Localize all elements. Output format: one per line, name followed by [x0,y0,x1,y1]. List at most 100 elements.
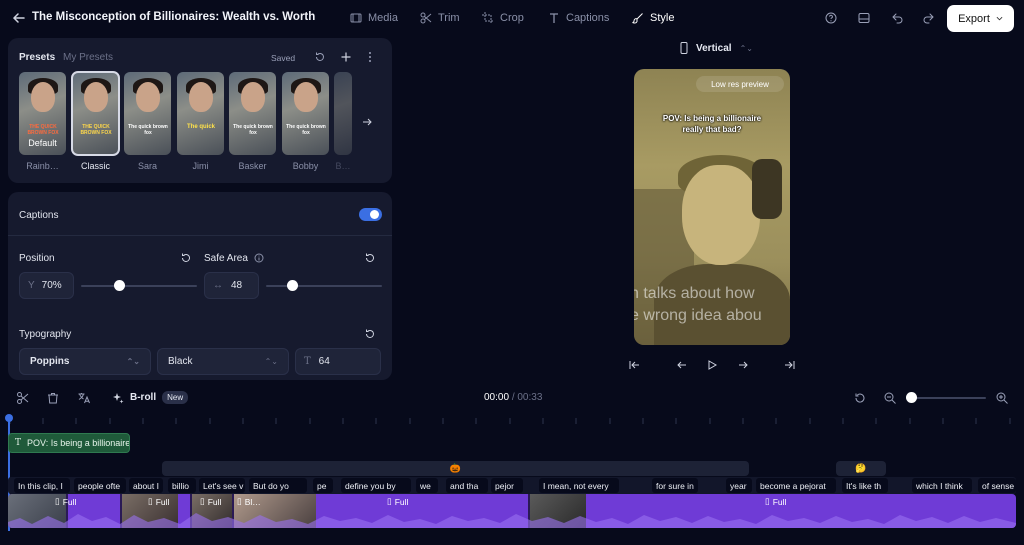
sfx-track-clip[interactable]: 🎃 [162,461,749,476]
preset-thumbnail[interactable]: The quick brown fox [124,72,171,155]
tab-trim[interactable]: Trim [420,10,460,26]
tab-captions[interactable]: Captions [548,10,609,26]
slider-knob[interactable] [906,392,917,403]
broll-button[interactable]: B-roll New [112,391,189,404]
video-clip-label: ▯ Full [765,496,787,507]
emoji-marker: 🎃 [449,463,462,473]
preset-thumbnail[interactable]: The quick brown fox [229,72,276,155]
caption-word-chip[interactable]: people ofte [74,478,126,493]
caption-word-chip[interactable]: about I [129,478,163,493]
font-size-field[interactable]: T 64 [295,348,381,375]
caption-word-chip[interactable]: pejor [491,478,523,493]
phone-icon: ▯ [55,496,60,506]
caption-word-chip[interactable]: pe [313,478,333,493]
preset-name: Rainb… [26,161,59,171]
tab-presets[interactable]: Presets [19,52,55,63]
caption-word-chip[interactable]: billio [168,478,196,493]
emoji-marker: 🤔 [855,463,867,473]
info-icon[interactable] [254,253,264,263]
preset-thumbnail[interactable]: The quick brown fox [282,72,329,155]
redo-icon[interactable] [920,10,936,26]
playhead-handle[interactable] [5,414,13,422]
top-bar: The Misconception of Billionaires: Wealt… [0,0,1024,36]
preset-thumbnail-selected[interactable]: THE QUICK BROWN FOX [71,71,120,156]
preset-name: Bobby [292,161,319,171]
tab-style[interactable]: Style [632,10,674,26]
zoom-in-icon[interactable] [995,391,1009,405]
caption-word-chip[interactable]: In this clip, I [14,478,70,493]
text-clip-label: POV: Is being a billionaire [27,438,130,448]
timecode: 00:00 / 00:33 [484,392,542,403]
tab-media[interactable]: Media [350,10,398,26]
font-select[interactable]: Poppins ⌃⌄ [19,348,151,375]
caption-word-chip[interactable]: I mean, not every [539,478,619,493]
weight-select[interactable]: Black ⌃⌄ [157,348,289,375]
translate-icon[interactable] [77,391,91,405]
caption-word-chip[interactable]: for sure in [652,478,698,493]
caption-word-chip[interactable]: year [726,478,752,493]
preset-thumbnail[interactable] [334,72,352,155]
slider-knob[interactable] [287,280,298,291]
export-button[interactable]: Export [947,5,1014,32]
tab-my-presets[interactable]: My Presets [63,52,113,63]
chevron-right-icon[interactable] [360,115,374,129]
project-title[interactable]: The Misconception of Billionaires: Wealt… [32,11,315,23]
caption-word-chip[interactable]: But do yo [249,478,307,493]
step-back-icon[interactable] [676,359,688,371]
safe-area-value: 48 [231,280,243,291]
add-preset-icon[interactable] [340,51,352,63]
trash-icon[interactable] [46,391,60,405]
video-clip-label: ▯ Full [387,496,409,507]
more-options-icon[interactable] [366,51,374,63]
skip-to-start-icon[interactable] [628,359,640,371]
reset-typography-icon[interactable] [364,328,376,340]
preset-caption: The quick brown fox [286,124,326,136]
safe-area-field[interactable]: ↔ 48 [204,272,259,299]
safe-area-slider[interactable] [266,280,382,291]
help-icon[interactable] [823,10,839,26]
reset-icon[interactable] [314,51,326,63]
preset-name: B… [335,161,351,171]
caption-word-chip[interactable]: become a pejorat [756,478,836,493]
phone-icon: ▯ [387,496,392,506]
caption-word-chip[interactable]: and tha [446,478,488,493]
tab-crop[interactable]: Crop [482,10,524,26]
caption-word-chip[interactable]: define you by [341,478,411,493]
position-y-field[interactable]: Y 70% [19,272,74,299]
phone-icon: ▯ [237,496,242,506]
text-overlay-clip[interactable]: T POV: Is being a billionaire [8,433,130,453]
layout-icon[interactable] [856,10,872,26]
time-ruler[interactable] [10,412,1014,424]
caption-word-chip[interactable]: we [416,478,438,493]
caption-word-chip[interactable]: It's like th [842,478,888,493]
step-forward-icon[interactable] [737,359,749,371]
preset-name: Jimi [192,161,209,171]
position-slider[interactable] [81,280,197,291]
caption-word-chip[interactable]: Let's see v [199,478,245,493]
preset-thumbnail[interactable]: The quick [177,72,224,155]
zoom-slider[interactable] [906,392,986,403]
tab-media-label: Media [368,12,398,24]
slider-knob[interactable] [113,280,125,291]
video-clip-label: ▯ Full [55,496,77,507]
sparkle-icon [112,392,124,404]
divider [8,235,392,236]
reset-zoom-icon[interactable] [853,391,867,405]
preset-thumbnail[interactable]: THE QUICK BROWN FOX Default [19,72,66,155]
video-preview[interactable]: Low res preview POV: Is being a billiona… [634,69,790,345]
chevron-down-icon [996,15,1003,22]
reset-safe-area-icon[interactable] [364,252,376,264]
reset-position-icon[interactable] [180,252,192,264]
sfx-track-clip[interactable]: 🤔 [836,461,886,476]
undo-icon[interactable] [890,10,906,26]
skip-to-end-icon[interactable] [784,359,796,371]
play-icon[interactable] [706,359,718,371]
caption-word-chip[interactable]: of sense [978,478,1016,493]
preview-caption-line-1: POV: Is being a billionaire [662,114,762,123]
back-arrow-icon[interactable] [12,11,26,25]
captions-toggle[interactable] [359,208,382,221]
zoom-out-icon[interactable] [883,391,897,405]
caption-word-chip[interactable]: which I think [912,478,972,493]
orientation-select[interactable]: Vertical ⌃⌄ [680,42,753,54]
split-scissors-icon[interactable] [16,391,30,405]
